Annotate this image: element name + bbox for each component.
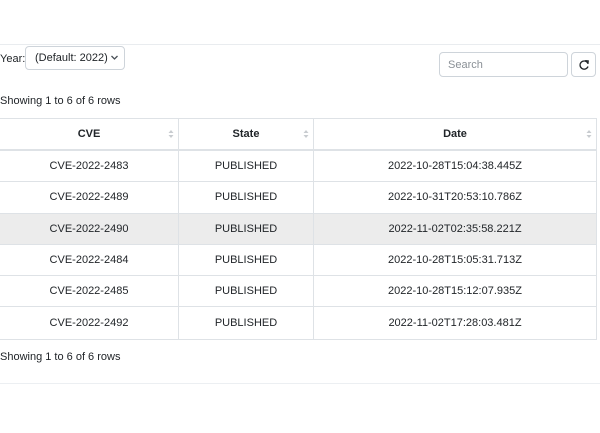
state-cell: PUBLISHED	[179, 182, 314, 213]
cve-id-cell: CVE-2022-2489	[0, 182, 179, 213]
cve-id-cell: CVE-2022-2490	[0, 213, 179, 244]
bottom-divider	[0, 383, 600, 384]
date-cell: 2022-10-28T15:05:31.713Z	[388, 254, 522, 267]
pagination-info-bottom: Showing 1 to 6 of 6 rows	[0, 351, 121, 363]
search-input[interactable]	[439, 52, 568, 77]
state-cell: PUBLISHED	[179, 151, 314, 182]
column-header-cve[interactable]: CVE	[0, 119, 179, 149]
year-label: Year:	[0, 53, 26, 65]
chevron-down-icon	[110, 47, 119, 77]
date-cell: 2022-10-31T20:53:10.786Z	[388, 191, 522, 204]
date-cell: 2022-10-28T15:04:38.445Z	[388, 160, 522, 173]
cve-id-cell: CVE-2022-2485	[0, 276, 179, 307]
refresh-icon	[578, 59, 590, 71]
column-header-state[interactable]: State	[179, 119, 314, 149]
column-header-label: CVE	[77, 128, 101, 140]
year-select-value: (Default: 2022)	[35, 52, 108, 64]
column-header-date[interactable]: Date	[314, 119, 596, 149]
state-cell: PUBLISHED	[179, 276, 314, 307]
cve-id-cell: CVE-2022-2484	[0, 244, 179, 276]
cve-id-cell: CVE-2022-2483	[0, 151, 179, 182]
table-row[interactable]: CVE-2022-2489 PUBLISHED 2022-10-31T20:53…	[0, 182, 596, 214]
table-row[interactable]: CVE-2022-2490 PUBLISHED 2022-11-02T02:35…	[0, 213, 596, 245]
table-row[interactable]: CVE-2022-2492 PUBLISHED 2022-11-02T17:28…	[0, 307, 596, 339]
table-header: CVE State Date	[0, 119, 596, 151]
date-cell: 2022-11-02T17:28:03.481Z	[388, 317, 522, 330]
refresh-button[interactable]	[571, 52, 596, 77]
pagination-info-top: Showing 1 to 6 of 6 rows	[0, 95, 121, 107]
sort-icon	[168, 129, 174, 142]
cve-table: CVE State Date CVE-2022-2483 PUBLISHED 2…	[0, 118, 597, 340]
column-header-label: Date	[443, 128, 467, 140]
cve-id-cell: CVE-2022-2492	[0, 307, 179, 339]
state-cell: PUBLISHED	[179, 307, 314, 339]
date-cell: 2022-11-02T02:35:58.221Z	[388, 222, 522, 235]
table-row[interactable]: CVE-2022-2484 PUBLISHED 2022-10-28T15:05…	[0, 244, 596, 277]
column-header-label: State	[232, 128, 260, 140]
table-row[interactable]: CVE-2022-2483 PUBLISHED 2022-10-28T15:04…	[0, 151, 596, 183]
date-cell: 2022-10-28T15:12:07.935Z	[388, 285, 522, 298]
state-cell: PUBLISHED	[179, 244, 314, 276]
top-divider	[0, 44, 600, 45]
year-select[interactable]: (Default: 2022)	[25, 46, 125, 70]
table-row[interactable]: CVE-2022-2485 PUBLISHED 2022-10-28T15:12…	[0, 276, 596, 308]
sort-icon	[586, 129, 592, 142]
state-cell: PUBLISHED	[179, 213, 314, 244]
sort-icon	[303, 129, 309, 142]
